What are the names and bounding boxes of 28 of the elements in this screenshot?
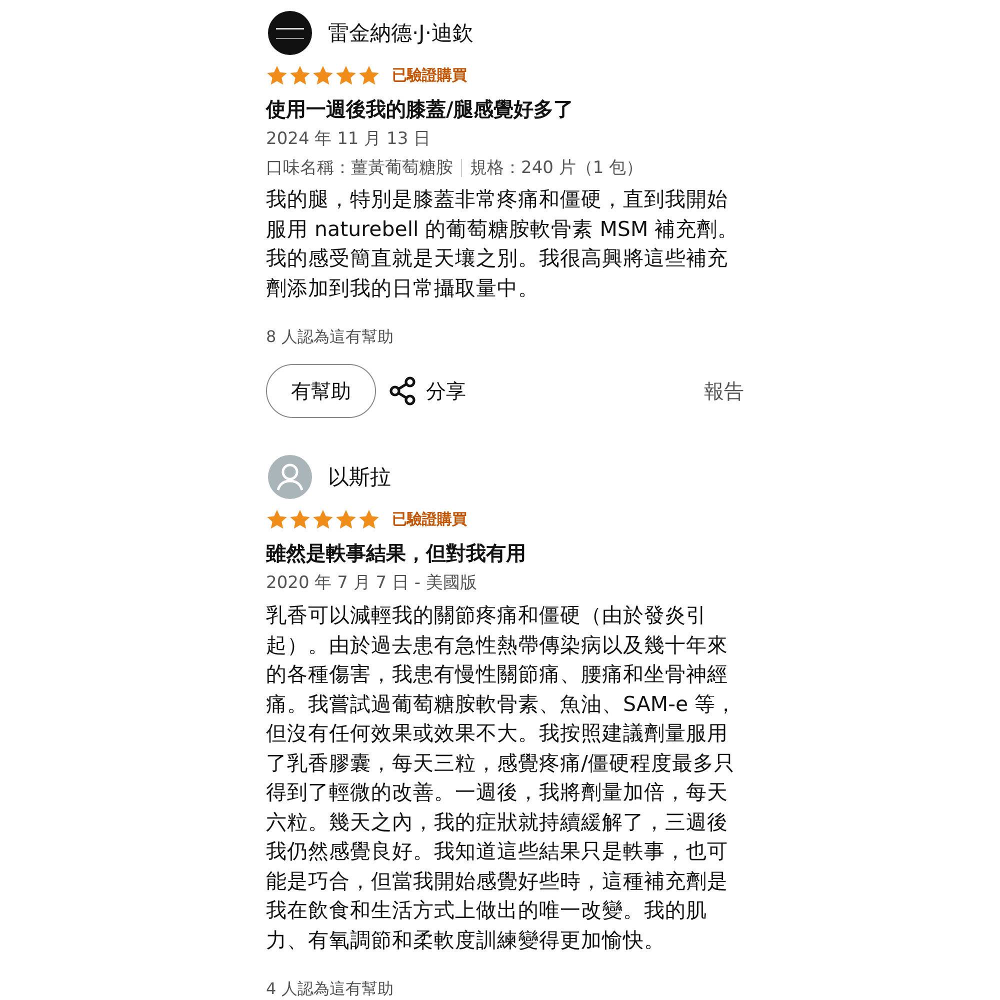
review-text: 我的腿，特別是膝蓋非常疼痛和僵硬，直到我開始服用 naturebell 的葡萄糖胺軟骨素 MSM 補充劑。我的感受簡直就是天壤之別。我很高興將這些補充劑添加到我的日常攝取量中。 [266,186,740,302]
star-icon [266,64,288,86]
reviewer-name[interactable]: 雷金納德·J·迪欽 [328,19,474,47]
share-button[interactable]: 分享 [388,376,466,406]
star-icon [289,508,311,530]
verified-purchase-label: 已驗證購買 [392,66,467,84]
star-icon [358,508,380,530]
star-icon [289,64,311,86]
star-icon [335,508,357,530]
star-icon [312,64,334,86]
variant-label: 口味名稱：薑黃葡萄糖胺 [266,157,453,180]
star-icon [335,64,357,86]
star-icon [312,508,334,530]
report-link[interactable]: 報告 [704,378,744,404]
star-icon [358,64,380,86]
star-icon [266,508,288,530]
verified-purchase-label: 已驗證購買 [392,510,467,528]
helpful-button[interactable]: 有幫助 [266,364,376,418]
review-text: 乳香可以減輕我的關節疼痛和僵硬（由於發炎引起）。由於過去患有急性熱帶傳染病以及幾十年來的各種傷害，我患有慢性關節痛、腰痛和坐骨神經痛。我嘗試過葡萄糖胺軟骨素、魚油、SAM-e 等，但沒有任何效果或效果不大。我按照建議劑量服用了乳香膠囊，每天三粒，感覺疼痛/僵硬程度最多只得到了輕微的改善。一週後，我將劑量加倍，每天六粒。幾天之內，我的症狀就持續緩解了，三週後我仍然感覺良好。我知道這些結果只是軼事，也可能是巧合，但當我開始感覺好些時，這種補充劑是我在飲食和生活方式上做出的唯一改變。我的肌力、有氧調節和柔軟度訓練變得更加愉快。 [266,602,738,954]
variant-label: 規格：240 片（1 包） [470,157,644,180]
review-date: 2020 年 7 月 7 日 - 美國版 [266,572,478,595]
review-title: 使用一週後我的膝蓋/腿感覺好多了 [266,96,574,123]
helpful-count: 4 人認為這有幫助 [266,979,394,1000]
review-title: 雖然是軼事結果，但對我有用 [266,540,527,567]
reviewer-name[interactable]: 以斯拉 [328,463,391,491]
review-date: 2024 年 11 月 13 日 [266,128,432,151]
share-icon [388,376,418,406]
helpful-count: 8 人認為這有幫助 [266,327,394,348]
